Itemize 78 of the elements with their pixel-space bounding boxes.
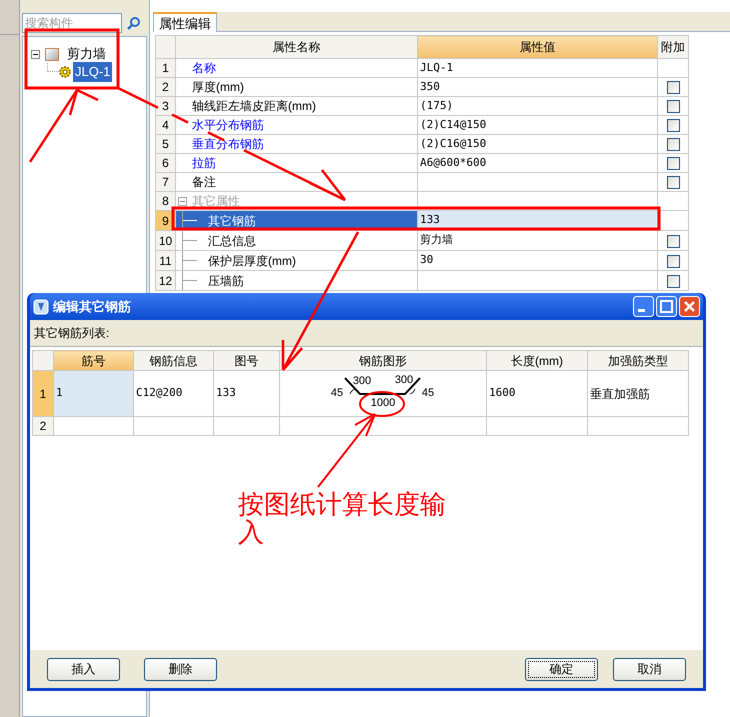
dialog-button[interactable]: 确定 — [525, 658, 598, 680]
row-number: 10 — [156, 230, 176, 250]
row-number: 6 — [156, 154, 176, 172]
checkbox[interactable] — [666, 138, 680, 152]
checkbox[interactable] — [666, 119, 680, 132]
row-number: 2 — [156, 78, 176, 96]
table-cell[interactable]: 133 — [214, 370, 280, 416]
column-header[interactable]: 属性值 — [418, 36, 658, 58]
row-number: 5 — [156, 134, 176, 154]
property-name: 名称 — [191, 60, 216, 77]
property-name: 保护层厚度(mm) — [207, 252, 296, 270]
property-value[interactable]: 350 — [418, 78, 658, 96]
column-header[interactable]: 附加 — [658, 36, 688, 58]
checkbox[interactable] — [666, 176, 680, 190]
property-value[interactable]: (175) — [418, 96, 658, 116]
row-number: 11 — [156, 250, 176, 270]
property-name: 轴线距左墙皮距离(mm) — [191, 98, 316, 115]
property-value[interactable]: JLQ-1 — [418, 58, 658, 78]
app-icon — [33, 298, 49, 314]
column-header[interactable]: 加强筋类型 — [588, 350, 688, 370]
table-cell[interactable]: 1600 — [486, 370, 588, 416]
column-header[interactable]: 图号 — [214, 350, 280, 370]
collapse-icon[interactable] — [178, 196, 187, 206]
dialog-button[interactable]: 删除 — [144, 658, 217, 680]
row-number: 12 — [156, 270, 176, 290]
table-cell[interactable]: 垂直加强筋 — [588, 370, 688, 416]
column-header[interactable]: 长度(mm) — [486, 350, 588, 370]
highlight-ellipse — [359, 391, 405, 417]
column-header[interactable]: 钢筋信息 — [134, 350, 214, 370]
row-number: 4 — [156, 116, 176, 134]
checkbox[interactable] — [666, 157, 680, 170]
checkbox[interactable] — [666, 81, 680, 94]
property-name: 拉筋 — [191, 155, 216, 172]
property-value[interactable]: 剪力墙 — [418, 230, 658, 250]
header-cell — [32, 350, 54, 370]
dialog-title: 编辑其它钢筋 — [53, 298, 131, 316]
property-name: 其它属性 — [191, 193, 240, 210]
property-value[interactable]: (2)C16@150 — [418, 134, 658, 154]
row-number: 1 — [156, 58, 176, 78]
dialog-button[interactable]: 取消 — [613, 658, 686, 680]
property-name: 其它钢筋 — [207, 212, 256, 230]
property-value[interactable]: A6@600*600 — [418, 154, 658, 172]
annotation-text: 按图纸计算长度输入 — [238, 490, 447, 546]
row-number: 8 — [156, 192, 176, 210]
table-cell[interactable]: 1 — [54, 370, 134, 416]
close-icon[interactable] — [679, 296, 700, 317]
search-icon[interactable] — [127, 16, 141, 30]
wall-icon — [45, 48, 59, 60]
list-label: 其它钢筋列表: — [34, 325, 110, 342]
checkbox[interactable] — [666, 100, 680, 114]
property-name: 厚度(mm) — [191, 79, 244, 96]
row-number: 1 — [32, 370, 54, 416]
property-name: 汇总信息 — [207, 232, 256, 250]
property-name: 水平分布钢筋 — [191, 117, 264, 134]
checkbox[interactable] — [666, 254, 680, 268]
tree-item[interactable]: JLQ-1 — [73, 62, 112, 82]
property-name: 压墙筋 — [207, 272, 244, 290]
property-name: 备注 — [191, 174, 216, 191]
column-header[interactable]: 筋号 — [54, 350, 134, 370]
column-header[interactable]: 属性名称 — [176, 36, 418, 58]
property-value[interactable]: (2)C14@150 — [418, 116, 658, 134]
row-number: 2 — [32, 416, 54, 436]
header-cell — [156, 36, 176, 58]
row-number: 7 — [156, 172, 176, 192]
toggle-icon[interactable] — [31, 50, 40, 58]
tree-item[interactable]: 剪力墙 — [67, 44, 106, 64]
gear-icon — [59, 66, 71, 78]
checkbox[interactable] — [666, 234, 680, 248]
column-header[interactable]: 钢筋图形 — [280, 350, 486, 370]
rebar-shape-drawing: 300 300 45 45 1000 — [328, 374, 438, 414]
table-cell[interactable]: C12@200 — [134, 370, 214, 416]
checkbox[interactable] — [666, 274, 680, 288]
tab[interactable]: 属性编辑 — [153, 12, 217, 32]
maximize-icon[interactable] — [656, 296, 677, 317]
dialog-button[interactable]: 插入 — [47, 658, 120, 680]
row-number: 3 — [156, 96, 176, 116]
minimize-icon[interactable] — [633, 296, 654, 317]
property-value[interactable]: 30 — [418, 250, 658, 270]
